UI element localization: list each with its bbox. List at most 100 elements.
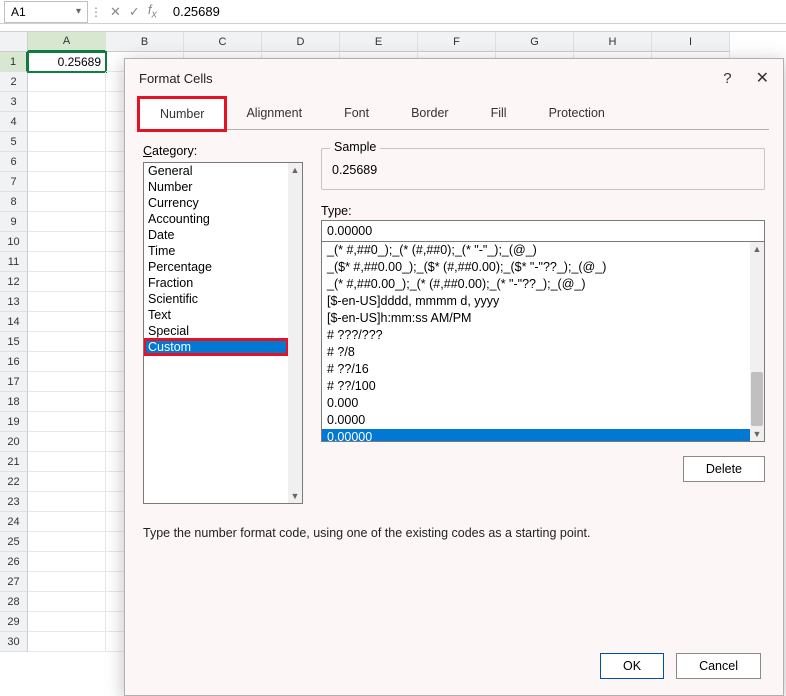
category-item-number[interactable]: Number: [144, 179, 288, 195]
format-listbox[interactable]: _(* #,##0_);_(* (#,##0);_(* "-"_);_(@_)_…: [321, 242, 765, 442]
cell-A11[interactable]: [28, 252, 106, 272]
cell-A7[interactable]: [28, 172, 106, 192]
row-head-7[interactable]: 7: [0, 172, 28, 192]
row-head-12[interactable]: 12: [0, 272, 28, 292]
row-head-28[interactable]: 28: [0, 592, 28, 612]
scroll-up-icon[interactable]: ▲: [291, 163, 300, 177]
cell-A19[interactable]: [28, 412, 106, 432]
cell-A17[interactable]: [28, 372, 106, 392]
col-head-D[interactable]: D: [262, 32, 340, 52]
row-head-6[interactable]: 6: [0, 152, 28, 172]
row-head-19[interactable]: 19: [0, 412, 28, 432]
row-head-2[interactable]: 2: [0, 72, 28, 92]
col-head-B[interactable]: B: [106, 32, 184, 52]
cell-A6[interactable]: [28, 152, 106, 172]
cell-A5[interactable]: [28, 132, 106, 152]
cell-A4[interactable]: [28, 112, 106, 132]
category-item-general[interactable]: General: [144, 163, 288, 179]
row-head-29[interactable]: 29: [0, 612, 28, 632]
col-head-A[interactable]: A: [28, 32, 106, 52]
format-item[interactable]: # ?/8: [322, 344, 750, 361]
category-item-currency[interactable]: Currency: [144, 195, 288, 211]
type-input[interactable]: [321, 220, 765, 242]
scroll-down-icon[interactable]: ▼: [291, 489, 300, 503]
cell-A15[interactable]: [28, 332, 106, 352]
category-listbox[interactable]: GeneralNumberCurrencyAccountingDateTimeP…: [143, 162, 303, 504]
col-head-I[interactable]: I: [652, 32, 730, 52]
row-head-20[interactable]: 20: [0, 432, 28, 452]
category-scrollbar[interactable]: ▲ ▼: [288, 163, 302, 503]
tab-number[interactable]: Number: [139, 98, 225, 130]
format-item[interactable]: _(* #,##0_);_(* (#,##0);_(* "-"_);_(@_): [322, 242, 750, 259]
row-head-17[interactable]: 17: [0, 372, 28, 392]
format-item[interactable]: 0.000: [322, 395, 750, 412]
category-item-time[interactable]: Time: [144, 243, 288, 259]
row-head-15[interactable]: 15: [0, 332, 28, 352]
cell-A9[interactable]: [28, 212, 106, 232]
row-head-30[interactable]: 30: [0, 632, 28, 652]
cell-A10[interactable]: [28, 232, 106, 252]
category-item-fraction[interactable]: Fraction: [144, 275, 288, 291]
cell-A29[interactable]: [28, 612, 106, 632]
format-item[interactable]: 0.00000: [322, 429, 750, 441]
enter-icon[interactable]: ✓: [129, 4, 140, 20]
col-head-F[interactable]: F: [418, 32, 496, 52]
col-head-C[interactable]: C: [184, 32, 262, 52]
cell-A26[interactable]: [28, 552, 106, 572]
row-head-24[interactable]: 24: [0, 512, 28, 532]
cell-A24[interactable]: [28, 512, 106, 532]
cell-A8[interactable]: [28, 192, 106, 212]
cell-A30[interactable]: [28, 632, 106, 652]
cell-A22[interactable]: [28, 472, 106, 492]
tab-border[interactable]: Border: [390, 97, 470, 129]
cell-A13[interactable]: [28, 292, 106, 312]
tab-fill[interactable]: Fill: [470, 97, 528, 129]
format-item[interactable]: [$-en-US]dddd, mmmm d, yyyy: [322, 293, 750, 310]
cell-A20[interactable]: [28, 432, 106, 452]
col-head-E[interactable]: E: [340, 32, 418, 52]
row-head-18[interactable]: 18: [0, 392, 28, 412]
row-head-11[interactable]: 11: [0, 252, 28, 272]
chevron-down-icon[interactable]: ▾: [76, 6, 81, 17]
row-head-14[interactable]: 14: [0, 312, 28, 332]
cell-A12[interactable]: [28, 272, 106, 292]
category-item-text[interactable]: Text: [144, 307, 288, 323]
cell-A3[interactable]: [28, 92, 106, 112]
ok-button[interactable]: OK: [600, 653, 664, 679]
category-item-percentage[interactable]: Percentage: [144, 259, 288, 275]
cell-A25[interactable]: [28, 532, 106, 552]
delete-button[interactable]: Delete: [683, 456, 765, 482]
category-item-special[interactable]: Special: [144, 323, 288, 339]
row-head-4[interactable]: 4: [0, 112, 28, 132]
row-head-13[interactable]: 13: [0, 292, 28, 312]
row-head-1[interactable]: 1: [0, 52, 28, 72]
row-head-23[interactable]: 23: [0, 492, 28, 512]
cancel-icon[interactable]: ✕: [110, 4, 121, 20]
name-box[interactable]: A1 ▾: [4, 1, 88, 23]
format-item[interactable]: _($* #,##0.00_);_($* (#,##0.00);_($* "-"…: [322, 259, 750, 276]
format-item[interactable]: # ??/100: [322, 378, 750, 395]
select-all-corner[interactable]: [0, 32, 28, 52]
format-item[interactable]: [$-en-US]h:mm:ss AM/PM: [322, 310, 750, 327]
row-head-22[interactable]: 22: [0, 472, 28, 492]
category-item-scientific[interactable]: Scientific: [144, 291, 288, 307]
close-icon[interactable]: ✕: [756, 68, 769, 88]
tab-protection[interactable]: Protection: [528, 97, 626, 129]
col-head-H[interactable]: H: [574, 32, 652, 52]
format-item[interactable]: # ???/???: [322, 327, 750, 344]
format-item[interactable]: 0.0000: [322, 412, 750, 429]
format-item[interactable]: # ??/16: [322, 361, 750, 378]
format-item[interactable]: _(* #,##0.00_);_(* (#,##0.00);_(* "-"??_…: [322, 276, 750, 293]
category-item-accounting[interactable]: Accounting: [144, 211, 288, 227]
cell-A23[interactable]: [28, 492, 106, 512]
row-head-21[interactable]: 21: [0, 452, 28, 472]
row-head-27[interactable]: 27: [0, 572, 28, 592]
help-icon[interactable]: ?: [723, 70, 731, 87]
format-scrollbar[interactable]: ▲ ▼: [750, 242, 764, 441]
tab-font[interactable]: Font: [323, 97, 390, 129]
fx-icon[interactable]: fx: [148, 2, 157, 21]
cell-A27[interactable]: [28, 572, 106, 592]
cancel-button[interactable]: Cancel: [676, 653, 761, 679]
cell-A18[interactable]: [28, 392, 106, 412]
cell-A16[interactable]: [28, 352, 106, 372]
